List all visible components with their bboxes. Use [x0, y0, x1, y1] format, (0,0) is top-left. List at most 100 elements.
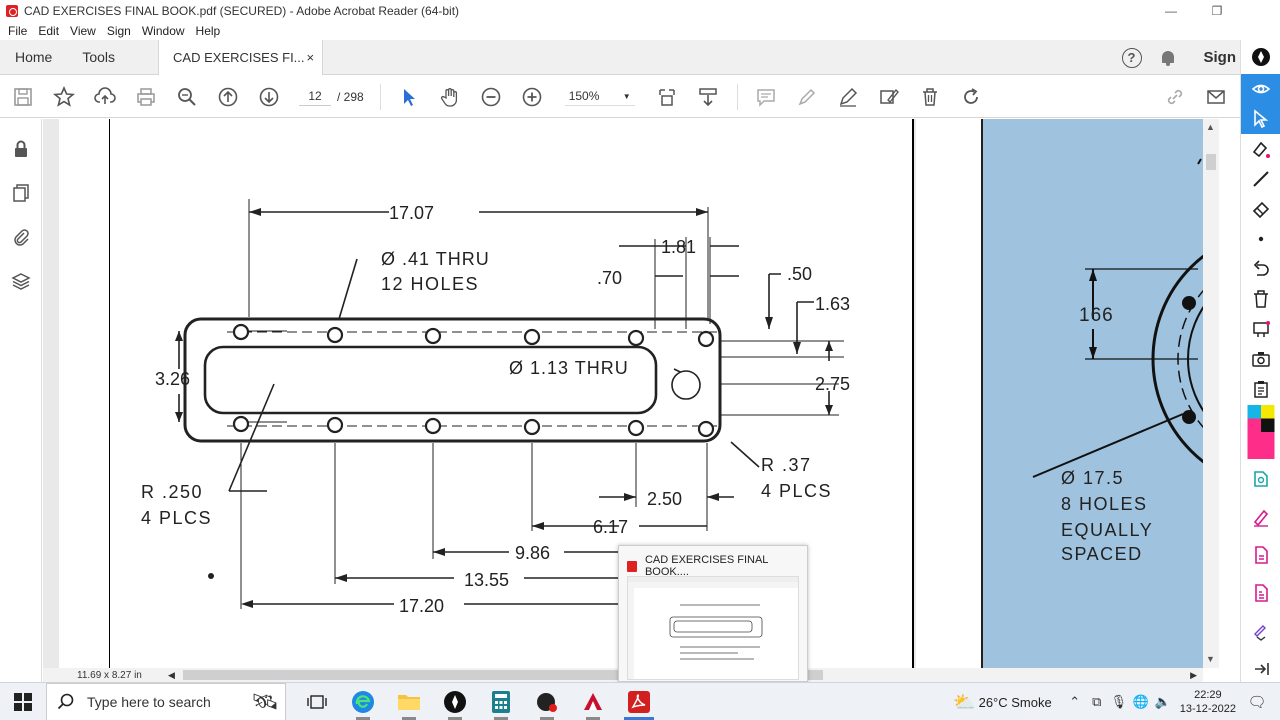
pointer-arrow-icon[interactable] — [1241, 104, 1280, 134]
windows-start-icon[interactable] — [0, 683, 46, 720]
page-thumbnails-icon[interactable] — [0, 171, 42, 215]
edge-browser-icon[interactable] — [340, 683, 386, 720]
scroll-mode-icon[interactable] — [688, 76, 729, 118]
select-cursor-icon[interactable] — [389, 76, 430, 118]
menu-window[interactable]: Window — [142, 24, 185, 38]
pen-nib-icon[interactable] — [1241, 40, 1280, 74]
eraser-icon[interactable] — [1241, 194, 1280, 224]
bookmark-star-icon[interactable] — [43, 76, 84, 118]
weather-cloud-icon[interactable]: ⛅ — [951, 692, 979, 713]
fill-sign-icon[interactable] — [869, 76, 910, 118]
zoom-value: 150% — [568, 89, 600, 103]
fit-page-icon[interactable] — [647, 76, 688, 118]
sign-in-button[interactable]: Sign — [1204, 49, 1237, 66]
screen-recorder-icon[interactable] — [524, 683, 570, 720]
cad-drawing-flange: 166 Ø 17.5 8 HOLES EQUALLY SPACED — [1032, 158, 1203, 564]
zoom-dropdown[interactable]: 150% ▼ — [564, 87, 635, 106]
rotate-icon[interactable] — [951, 76, 992, 118]
acrobat-icon — [6, 5, 18, 17]
menu-sign[interactable]: Sign — [107, 24, 131, 38]
link-icon[interactable] — [1154, 76, 1195, 118]
help-icon[interactable]: ? — [1121, 47, 1142, 68]
calculator-icon[interactable] — [478, 683, 524, 720]
menu-help[interactable]: Help — [196, 24, 221, 38]
page-down-icon[interactable] — [248, 76, 289, 118]
scroll-down-arrow-icon[interactable]: ▼ — [1206, 654, 1215, 664]
volume-icon[interactable]: 🔈 — [1152, 694, 1174, 710]
pen-app-icon[interactable] — [432, 683, 478, 720]
clear-trash-icon[interactable] — [1241, 284, 1280, 314]
autocad-icon[interactable] — [570, 683, 616, 720]
tab-bar: Home Tools CAD EXERCISES FI... × ? Sign — [0, 39, 1240, 75]
search-highlight-icon: 🛰 — [251, 688, 279, 714]
clock-time: 22:29 — [1194, 689, 1222, 701]
file-explorer-icon[interactable] — [386, 683, 432, 720]
highlight-pen-icon[interactable] — [787, 76, 828, 118]
page-number-input[interactable]: 12 — [299, 87, 331, 106]
layers-icon[interactable] — [0, 259, 42, 303]
restore-button[interactable]: ❐ — [1194, 0, 1240, 22]
security-lock-icon[interactable] — [0, 127, 42, 171]
comment-icon[interactable] — [746, 76, 787, 118]
scroll-right-arrow-icon[interactable]: ▶ — [1190, 670, 1197, 681]
undo-icon[interactable] — [1241, 254, 1280, 284]
acrobat-taskbar-icon[interactable] — [616, 683, 662, 720]
print-icon[interactable] — [125, 76, 166, 118]
menu-file[interactable]: File — [8, 24, 27, 38]
task-view-icon[interactable] — [294, 683, 340, 720]
language-globe-icon[interactable]: 🌐 — [1130, 694, 1152, 710]
view-eye-icon[interactable] — [1241, 74, 1280, 104]
hand-tool-icon[interactable] — [430, 76, 471, 118]
menu-edit[interactable]: Edit — [38, 24, 59, 38]
zoom-out-icon[interactable] — [471, 76, 512, 118]
big-hole-note: Ø 1.13 THRU — [509, 358, 629, 378]
page-gap — [916, 119, 981, 668]
sign-pen-icon[interactable] — [1241, 498, 1280, 536]
dot-size-icon[interactable] — [1241, 224, 1280, 254]
page-up-icon[interactable] — [207, 76, 248, 118]
close-tab-icon[interactable]: × — [306, 50, 314, 65]
microphone-icon[interactable]: 🎙 — [1108, 694, 1130, 710]
tab-tools[interactable]: Tools — [67, 40, 130, 75]
outer-radius-note-line2: 4 PLCS — [761, 481, 832, 501]
clock[interactable]: 22:29 13-12-2022 — [1180, 688, 1236, 716]
dim-3-26: 3.26 — [155, 369, 190, 389]
chevron-up-icon[interactable]: ⌃ — [1064, 694, 1086, 710]
weather-text[interactable]: 26°C Smoke — [979, 695, 1052, 710]
delete-trash-icon[interactable] — [910, 76, 951, 118]
export-pdf-icon[interactable] — [1241, 574, 1280, 612]
attachments-paperclip-icon[interactable] — [0, 215, 42, 259]
email-icon[interactable] — [1195, 76, 1236, 118]
color-palette-icon[interactable] — [1241, 404, 1280, 460]
bell-icon[interactable] — [1160, 49, 1176, 67]
edit-pdf-icon[interactable] — [1241, 536, 1280, 574]
tab-document[interactable]: CAD EXERCISES FI... × — [158, 39, 324, 75]
page-border-line — [912, 119, 914, 668]
draw-signature-icon[interactable] — [828, 76, 869, 118]
line-tool-icon[interactable] — [1241, 164, 1280, 194]
taskbar-window-preview[interactable]: CAD EXERCISES FINAL BOOK.... — [618, 545, 808, 682]
scroll-thumb[interactable] — [1206, 154, 1216, 170]
scroll-up-arrow-icon[interactable]: ▲ — [1206, 122, 1215, 132]
minimize-button[interactable]: — — [1148, 0, 1194, 22]
notifications-icon[interactable]: 🗨 — [1246, 693, 1268, 711]
scroll-left-arrow-icon[interactable]: ◀ — [168, 670, 175, 681]
scan-document-icon[interactable] — [1241, 460, 1280, 498]
toolbar-divider — [736, 83, 738, 110]
tab-home[interactable]: Home — [0, 40, 67, 75]
network-icon[interactable]: ⧉ — [1086, 694, 1108, 710]
zoom-in-icon[interactable] — [512, 76, 553, 118]
zoom-search-icon[interactable] — [166, 76, 207, 118]
camera-icon[interactable] — [1241, 344, 1280, 374]
highlighter-icon[interactable] — [1241, 134, 1280, 164]
taskbar-search-input[interactable]: Type here to search 🛰 — [46, 682, 286, 720]
upload-cloud-icon[interactable] — [84, 76, 125, 118]
menu-view[interactable]: View — [70, 24, 96, 38]
vertical-scrollbar[interactable]: ▲ ▼ — [1203, 119, 1219, 668]
search-placeholder: Type here to search — [87, 693, 211, 710]
clipboard-icon[interactable] — [1241, 374, 1280, 404]
save-icon[interactable] — [2, 76, 43, 118]
dim-1-81: 1.81 — [661, 237, 696, 257]
more-tools-icon[interactable] — [1241, 612, 1280, 650]
whiteboard-icon[interactable] — [1241, 314, 1280, 344]
